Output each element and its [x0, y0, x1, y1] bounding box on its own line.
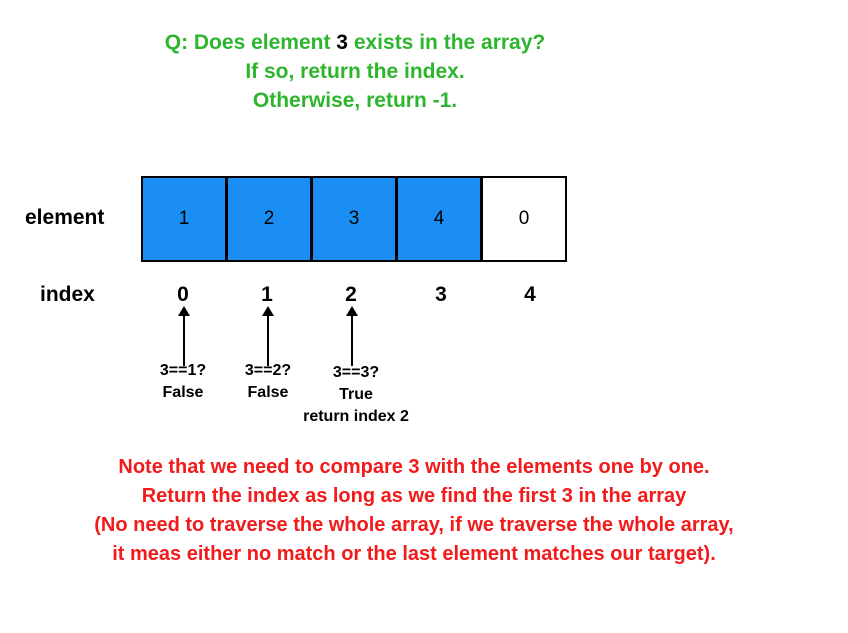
note-line-1: Note that we need to compare 3 with the …	[118, 456, 710, 478]
array-diagram: 1 2 3 4 0	[141, 176, 571, 262]
index-number: 1	[261, 283, 273, 306]
question-text: Q: Does element 3 exists in the array? I…	[0, 28, 710, 115]
question-line-2: If so, return the index.	[245, 60, 465, 83]
array-cell: 3	[311, 176, 397, 262]
comparison-step-1: 3==1? False	[143, 360, 223, 404]
array-cell: 1	[141, 176, 227, 262]
explanation-note: Note that we need to compare 3 with the …	[0, 453, 828, 569]
note-line-3: (No need to traverse the whole array, if…	[94, 514, 734, 536]
index-number: 4	[524, 283, 536, 306]
note-line-2: Return the index as long as we find the …	[141, 485, 687, 507]
comparison-check: 3==3?	[332, 364, 380, 381]
question-prefix: Q: Does element	[164, 31, 337, 54]
array-cell: 0	[481, 176, 567, 262]
comparison-check: 3==1?	[159, 362, 207, 379]
question-line-1: Q: Does element 3 exists in the array?	[0, 28, 710, 57]
index-number: 0	[177, 283, 189, 306]
comparison-result: True	[339, 386, 373, 403]
comparison-return: return index 2	[303, 408, 409, 425]
question-suffix: exists in the array?	[347, 31, 546, 54]
question-line-3: Otherwise, return -1.	[252, 89, 458, 112]
target-value: 3	[336, 31, 348, 54]
array-cell: 2	[226, 176, 312, 262]
index-number: 2	[345, 283, 357, 306]
index-number: 3	[435, 283, 447, 306]
element-row-label: element	[25, 206, 105, 229]
note-line-4: it meas either no match or the last elem…	[112, 543, 716, 565]
comparison-step-3: 3==3? True return index 2	[286, 362, 426, 428]
index-row-label: index	[40, 283, 95, 306]
array-cell: 4	[396, 176, 482, 262]
comparison-result: False	[162, 384, 204, 401]
